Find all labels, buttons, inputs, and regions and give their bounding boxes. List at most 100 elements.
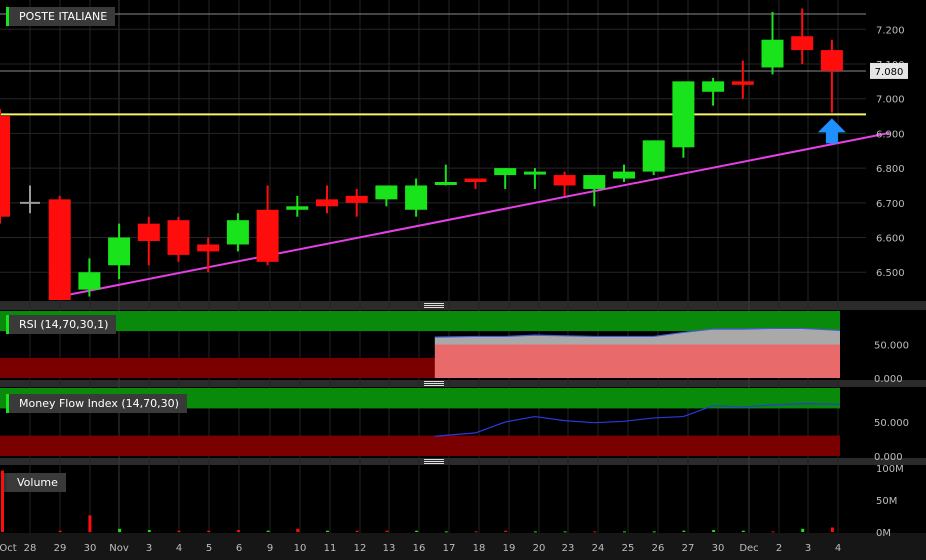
candle-body	[78, 272, 101, 290]
oscillator-tick-label: 0.000	[874, 374, 903, 385]
x-tick-label: 4	[835, 543, 841, 554]
volume-bar	[444, 531, 448, 533]
price-tick-label: 6.600	[876, 234, 905, 245]
candle	[553, 171, 576, 196]
candle	[494, 168, 517, 189]
candle	[820, 39, 843, 113]
x-tick-label: 24	[592, 543, 605, 554]
candle-body	[286, 206, 309, 210]
rsi-panel-title: RSI (14,70,30,1)	[6, 315, 117, 334]
volume-bar	[563, 531, 567, 533]
price-tick-label: 6.700	[876, 199, 905, 210]
candle	[286, 195, 309, 217]
candle-body	[791, 36, 814, 51]
candle	[0, 109, 10, 224]
volume-bar	[326, 530, 329, 532]
candle-body	[256, 209, 279, 262]
oscillator-tick-label: 0.000	[874, 452, 903, 463]
x-tick-label: 5	[206, 543, 212, 554]
price-tick-label: 6.900	[876, 129, 905, 140]
up-arrow-marker	[817, 118, 846, 144]
volume-bar	[266, 530, 270, 532]
volume-bar	[504, 530, 508, 532]
volume-bar	[830, 527, 834, 532]
x-tick-label: 29	[54, 543, 67, 554]
x-tick-label: 26	[652, 543, 665, 554]
volume-bar	[533, 531, 537, 533]
x-tick-label: 4	[176, 543, 182, 554]
price-tick-label: 6.500	[876, 268, 905, 279]
x-tick-label: 27	[682, 543, 695, 554]
candle-body	[167, 220, 190, 255]
volume-tick-label: 50M	[876, 496, 897, 507]
volume-bar	[415, 530, 419, 532]
overbought-zone	[0, 311, 840, 332]
candle-body	[464, 178, 487, 182]
candle-body	[375, 185, 398, 200]
candle	[108, 223, 131, 280]
candle	[672, 81, 695, 158]
volume-tick-label: 0M	[876, 528, 891, 539]
x-tick-label: Nov	[109, 543, 129, 554]
candle-body	[702, 81, 725, 92]
x-tick-label: 3	[805, 543, 811, 554]
x-tick-label: 12	[354, 543, 367, 554]
x-tick-label: 10	[294, 543, 307, 554]
candle	[48, 195, 71, 300]
rsi-panel	[0, 311, 841, 378]
candle	[226, 213, 249, 252]
volume-panel-title: Volume	[4, 473, 66, 492]
candle-body	[108, 237, 131, 266]
candle	[731, 60, 754, 99]
oscillator-tick-label: 50.000	[874, 418, 909, 429]
candle	[761, 11, 784, 75]
candle	[78, 258, 101, 297]
x-tick-label: 3	[146, 543, 152, 554]
candle-body	[583, 175, 606, 189]
volume-bar	[593, 531, 597, 533]
price-panel-title: POSTE ITALIANE	[6, 7, 116, 26]
x-tick-label: Dec	[739, 543, 758, 554]
x-tick-label: 6	[236, 543, 242, 554]
candle	[345, 188, 368, 217]
candle-body	[553, 175, 576, 186]
candle	[583, 175, 606, 207]
volume-bar	[177, 530, 181, 532]
volume-bar	[296, 528, 300, 532]
volume-bar	[712, 530, 716, 532]
candle-body	[820, 50, 843, 71]
x-tick-label: 13	[383, 543, 396, 554]
stock-chart: 7.2007.1007.0006.9006.8006.7006.6006.500…	[0, 0, 926, 560]
price-tick-label: 7.200	[876, 25, 905, 36]
x-tick-label: 30	[84, 543, 97, 554]
volume-bar	[623, 531, 626, 533]
candle	[316, 185, 338, 214]
x-tick-label: 23	[562, 543, 575, 554]
candle-body	[731, 81, 754, 85]
candle	[137, 216, 160, 266]
panel-separator	[0, 458, 926, 465]
volume-bar	[88, 515, 92, 532]
candle	[613, 164, 635, 182]
panel-separator	[0, 380, 926, 387]
volume-bar	[771, 531, 775, 533]
candle	[791, 8, 814, 64]
candle-body	[226, 220, 249, 245]
volume-bar	[207, 530, 211, 532]
volume-bar	[741, 530, 745, 532]
x-tick-label: 19	[503, 543, 516, 554]
candle	[523, 168, 546, 189]
x-tick-label: 17	[443, 543, 456, 554]
candle	[702, 77, 725, 106]
volume-bar	[385, 530, 389, 532]
candle	[256, 185, 279, 266]
candle-body	[316, 199, 338, 207]
oscillator-tick-label: 50.000	[874, 341, 909, 352]
price-panel	[0, 8, 890, 300]
price-tick-label: 6.800	[876, 164, 905, 175]
candle	[405, 178, 428, 217]
candle-body	[613, 171, 635, 179]
candle-body	[434, 182, 457, 185]
volume-bar	[801, 528, 805, 532]
x-tick-label: 16	[413, 543, 426, 554]
